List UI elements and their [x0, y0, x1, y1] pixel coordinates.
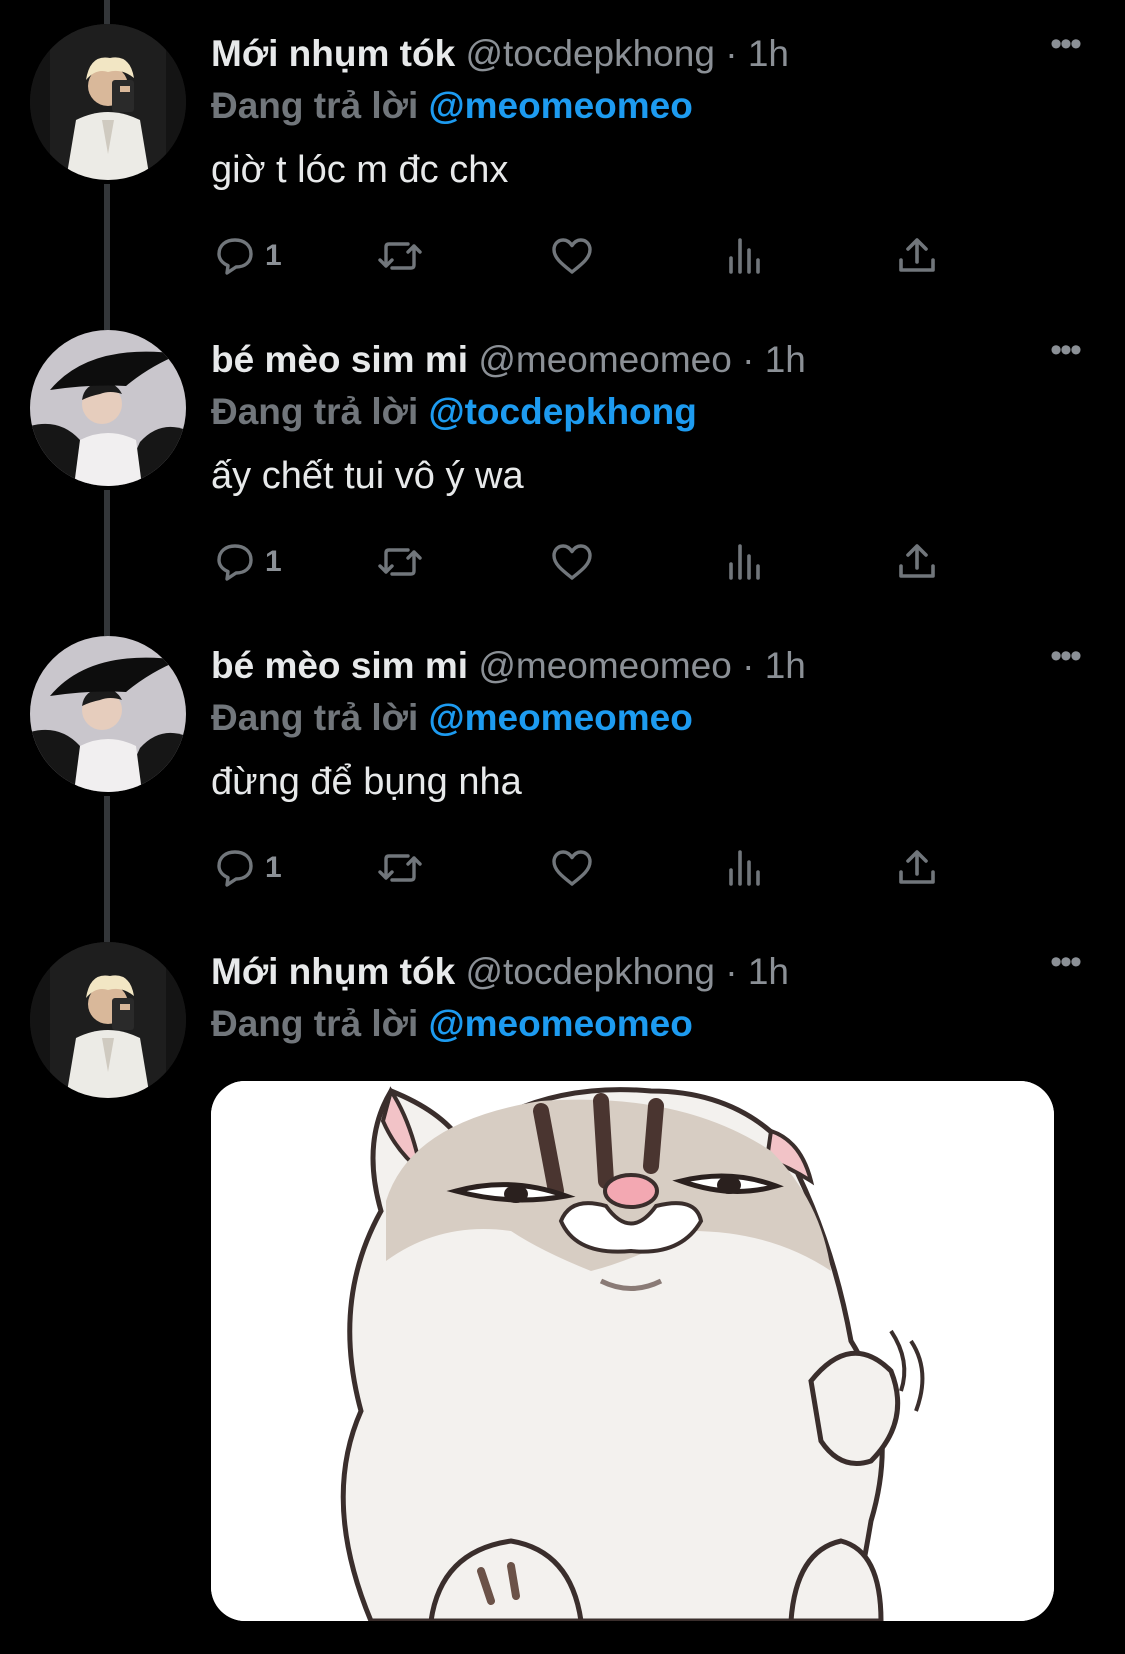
more-icon[interactable]: •••: [1045, 639, 1085, 676]
tweet-header: bé mèo sim mi @meomeomeo · 1h: [211, 332, 1045, 388]
author-name[interactable]: bé mèo sim mi: [211, 645, 468, 686]
reply-count: 1: [265, 851, 282, 884]
avatar-black-hat-image: [30, 330, 186, 486]
share-icon: [899, 544, 935, 578]
more-icon[interactable]: •••: [1045, 945, 1085, 982]
tweet-header: bé mèo sim mi @meomeomeo · 1h: [211, 638, 1045, 694]
like-button[interactable]: [548, 534, 596, 590]
reply-icon: [217, 850, 253, 887]
avatar[interactable]: [30, 636, 186, 792]
timestamp[interactable]: 1h: [748, 951, 789, 992]
tweet-header: Mới nhụm tók @tocdepkhong · 1h: [211, 944, 1045, 1000]
reply-icon: [217, 544, 253, 581]
share-button[interactable]: [893, 534, 941, 590]
author-name[interactable]: Mới nhụm tók: [211, 33, 455, 74]
views-button[interactable]: [721, 840, 769, 896]
reply-count: 1: [265, 239, 282, 272]
views-icon: [729, 850, 760, 886]
replying-to: Đang trả lời @meomeomeo: [211, 996, 693, 1052]
replying-mention[interactable]: @meomeomeo: [429, 85, 693, 126]
retweet-button[interactable]: [376, 228, 424, 284]
heart-icon: [552, 850, 592, 886]
replying-label: Đang trả lời: [211, 697, 419, 738]
reply-button[interactable]: 1: [211, 840, 282, 896]
avatar-blond-white-suit-image: [30, 24, 186, 180]
replying-mention[interactable]: @tocdepkhong: [429, 391, 697, 432]
avatar-black-hat-image: [30, 636, 186, 792]
action-bar: 1: [211, 534, 1001, 590]
action-bar: 1: [211, 840, 1001, 896]
timestamp[interactable]: 1h: [748, 33, 789, 74]
views-button[interactable]: [721, 228, 769, 284]
avatar[interactable]: [30, 942, 186, 1098]
views-icon: [729, 238, 760, 274]
tweet[interactable]: bé mèo sim mi @meomeomeo · 1h ••• Đang t…: [0, 306, 1125, 612]
separator: ·: [725, 951, 738, 992]
replying-to: Đang trả lời @meomeomeo: [211, 690, 693, 746]
retweet-button[interactable]: [376, 534, 424, 590]
replying-mention[interactable]: @meomeomeo: [429, 1003, 693, 1044]
replying-label: Đang trả lời: [211, 1003, 419, 1044]
reply-button[interactable]: 1: [211, 228, 282, 284]
author-handle[interactable]: @meomeomeo: [478, 339, 732, 380]
more-icon[interactable]: •••: [1045, 27, 1085, 64]
share-button[interactable]: [893, 228, 941, 284]
tweet-text: ấy chết tui vô ý wa: [211, 455, 524, 497]
views-button[interactable]: [721, 534, 769, 590]
replying-label: Đang trả lời: [211, 391, 419, 432]
retweet-icon: [378, 854, 422, 882]
share-icon: [899, 850, 935, 884]
heart-icon: [552, 238, 592, 274]
author-handle[interactable]: @meomeomeo: [478, 645, 732, 686]
replying-label: Đang trả lời: [211, 85, 419, 126]
reply-count: 1: [265, 545, 282, 578]
author-name[interactable]: Mới nhụm tók: [211, 951, 455, 992]
cat-sticker-image[interactable]: [211, 1081, 1054, 1621]
tweet-text: đừng để bụng nha: [211, 761, 522, 803]
replying-mention[interactable]: @meomeomeo: [429, 697, 693, 738]
avatar-blond-white-suit-image: [30, 942, 186, 1098]
separator: ·: [742, 339, 755, 380]
separator: ·: [742, 645, 755, 686]
heart-icon: [552, 544, 592, 580]
separator: ·: [725, 33, 738, 74]
avatar[interactable]: [30, 24, 186, 180]
more-icon[interactable]: •••: [1045, 333, 1085, 370]
tweet[interactable]: Mới nhụm tók @tocdepkhong · 1h ••• Đang …: [0, 0, 1125, 306]
tweet[interactable]: bé mèo sim mi @meomeomeo · 1h ••• Đang t…: [0, 612, 1125, 918]
tweet-text: giờ t lóc m đc chx: [211, 149, 509, 191]
retweet-icon: [378, 548, 422, 576]
author-handle[interactable]: @tocdepkhong: [465, 33, 714, 74]
action-bar: 1: [211, 228, 1001, 284]
replying-to: Đang trả lời @meomeomeo: [211, 78, 693, 134]
timestamp[interactable]: 1h: [765, 645, 806, 686]
share-button[interactable]: [893, 840, 941, 896]
like-button[interactable]: [548, 840, 596, 896]
avatar[interactable]: [30, 330, 186, 486]
like-button[interactable]: [548, 228, 596, 284]
retweet-icon: [378, 242, 422, 270]
author-handle[interactable]: @tocdepkhong: [465, 951, 714, 992]
cat-sticker-drawing: [211, 1081, 1054, 1621]
replying-to: Đang trả lời @tocdepkhong: [211, 384, 697, 440]
views-icon: [729, 544, 760, 580]
reply-button[interactable]: 1: [211, 534, 282, 590]
retweet-button[interactable]: [376, 840, 424, 896]
tweet-header: Mới nhụm tók @tocdepkhong · 1h: [211, 26, 1045, 82]
share-icon: [899, 238, 935, 272]
reply-icon: [217, 238, 253, 275]
author-name[interactable]: bé mèo sim mi: [211, 339, 468, 380]
timestamp[interactable]: 1h: [765, 339, 806, 380]
